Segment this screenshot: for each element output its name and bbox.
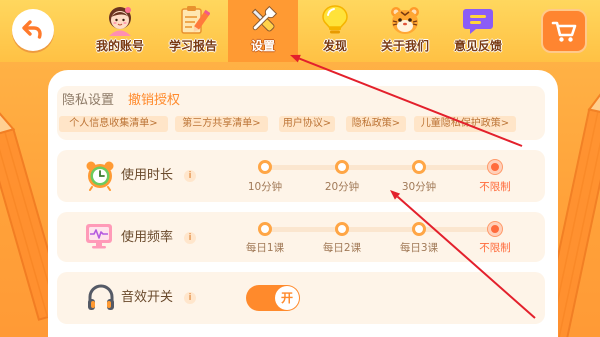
back-button[interactable] (12, 9, 54, 51)
slider-dot[interactable] (412, 160, 426, 174)
alarm-clock-icon (84, 159, 116, 191)
tab-label: 意见反馈 (453, 39, 502, 53)
girl-avatar-icon (103, 3, 137, 37)
settings-panel: 隐私设置 撤销授权 个人信息收集清单> 第三方共享清单> 用户协议> 隐私政策>… (48, 70, 558, 337)
tab-label: 发现 (322, 39, 347, 53)
slider-dot[interactable] (258, 222, 272, 236)
sound-effects-row: 音效开关 i 开 (57, 272, 545, 324)
tab-about-us[interactable]: 关于我们 (370, 0, 440, 62)
toggle-knob: 开 (275, 286, 299, 310)
privacy-link-user-agreement[interactable]: 用户协议> (279, 116, 335, 132)
option-label: 不限制 (479, 242, 511, 254)
lightbulb-icon (318, 3, 352, 37)
duration-option[interactable]: 10分钟 (235, 150, 295, 196)
info-icon[interactable]: i (184, 232, 196, 244)
info-icon[interactable]: i (184, 292, 196, 304)
sound-effects-label: 音效开关 (121, 290, 174, 305)
tab-study-report[interactable]: 学习报告 (158, 0, 228, 62)
privacy-title: 隐私设置 (62, 93, 115, 108)
privacy-settings-section: 隐私设置 撤销授权 个人信息收集清单> 第三方共享清单> 用户协议> 隐私政策>… (57, 86, 545, 140)
tools-icon (246, 3, 280, 37)
duration-option[interactable]: 20分钟 (312, 150, 372, 196)
heart-monitor-icon (83, 219, 115, 251)
slider-dot[interactable] (488, 160, 502, 174)
option-label: 20分钟 (324, 181, 360, 193)
back-arrow-icon (22, 20, 42, 39)
option-label: 每日3课 (399, 242, 439, 254)
tab-my-account[interactable]: 我的账号 (85, 0, 155, 62)
tiger-face-icon (388, 3, 422, 37)
duration-option[interactable]: 30分钟 (389, 150, 449, 196)
privacy-link-privacy-policy[interactable]: 隐私政策> (346, 116, 406, 132)
duration-option[interactable]: 不限制 (465, 150, 525, 196)
slider-track (265, 165, 495, 170)
usage-duration-row: 使用时长 i 10分钟 20分钟 30分钟 不限制 (57, 150, 545, 202)
tab-settings[interactable]: 设置 (228, 0, 298, 62)
slider-dot[interactable] (335, 160, 349, 174)
study-report-icon (176, 3, 210, 37)
slider-dot[interactable] (412, 222, 426, 236)
privacy-link-children-privacy[interactable]: 儿童隐私保护政策> (414, 116, 516, 132)
slider-dot[interactable] (258, 160, 272, 174)
frequency-option[interactable]: 不限制 (465, 212, 525, 258)
option-label: 每日1课 (245, 242, 285, 254)
tab-label: 学习报告 (168, 39, 217, 53)
slider-dot[interactable] (335, 222, 349, 236)
usage-duration-label: 使用时长 (121, 168, 174, 183)
privacy-link-personal-info-list[interactable]: 个人信息收集清单> (59, 116, 168, 132)
tab-label: 关于我们 (380, 39, 429, 53)
slider-track (265, 227, 495, 232)
usage-frequency-row: 使用频率 i 每日1课 每日2课 每日3课 不限制 (57, 212, 545, 262)
tab-feedback[interactable]: 意见反馈 (443, 0, 513, 62)
tab-discover[interactable]: 发现 (300, 0, 370, 62)
usage-frequency-label: 使用频率 (121, 230, 174, 245)
privacy-link-third-party-sharing[interactable]: 第三方共享清单> (175, 116, 268, 132)
tab-label: 设置 (250, 39, 275, 53)
option-label: 不限制 (479, 181, 511, 193)
shopping-cart-icon (551, 21, 577, 42)
option-label: 10分钟 (247, 181, 283, 193)
frequency-option[interactable]: 每日2课 (312, 212, 372, 258)
info-icon[interactable]: i (184, 170, 196, 182)
feedback-bubble-icon (461, 3, 495, 37)
headphones-icon (85, 282, 117, 314)
option-label: 每日2课 (322, 242, 362, 254)
frequency-option[interactable]: 每日3课 (389, 212, 449, 258)
slider-dot[interactable] (488, 222, 502, 236)
top-navigation-bar: 我的账号 学习报告 设置 发现 关于我们 意见反馈 (0, 0, 600, 62)
frequency-option[interactable]: 每日1课 (235, 212, 295, 258)
tab-label: 我的账号 (95, 39, 144, 53)
sound-toggle[interactable]: 开 (246, 285, 300, 311)
option-label: 30分钟 (401, 181, 437, 193)
revoke-authorization-link[interactable]: 撤销授权 (128, 92, 180, 110)
shopping-cart-button[interactable] (541, 9, 587, 53)
